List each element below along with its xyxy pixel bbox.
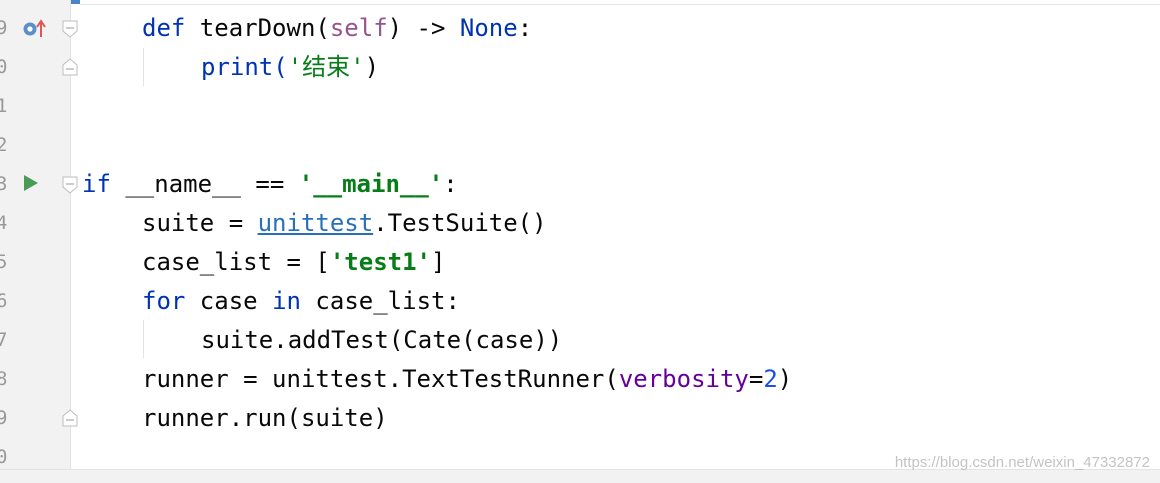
function-name: tearDown( [185, 14, 330, 42]
paren-close: ) [777, 365, 793, 393]
assign-suite: suite = [142, 209, 258, 237]
string-literal: '__main__' [298, 170, 444, 198]
fold-end-icon[interactable] [62, 409, 78, 427]
fold-collapse-icon[interactable] [62, 20, 78, 38]
string-literal: 'test1' [329, 248, 431, 276]
line-number: 0 [0, 446, 8, 468]
self-param: self [329, 14, 388, 42]
print-builtin: print( [201, 53, 288, 81]
editor-bottom-bar [0, 469, 1160, 483]
line-number: 0 [0, 56, 8, 78]
editor-gutter: 9 0 1 2 3 4 5 6 7 8 9 0 [0, 0, 71, 470]
line-number: 5 [0, 251, 8, 273]
string-literal: '结束' [287, 53, 365, 81]
run-icon[interactable] [22, 173, 40, 197]
unittest-module-link[interactable]: unittest [258, 209, 374, 237]
assign-runner: runner = unittest.TextTestRunner( [142, 365, 619, 393]
loop-var: case [185, 287, 273, 315]
keyword-arg: verbosity [618, 365, 749, 393]
iterable: case_list: [300, 287, 460, 315]
add-test-call: suite.addTest(Cate(case)) [201, 326, 563, 354]
line-number: 4 [0, 212, 8, 234]
return-arrow: ) -> [387, 14, 460, 42]
line-number: 7 [0, 329, 8, 351]
colon: : [443, 170, 458, 198]
line-number: 8 [0, 368, 8, 390]
code-line-8[interactable]: for case in case_list: [142, 282, 460, 321]
keyword-for: for [142, 287, 186, 315]
indent-guide [143, 48, 144, 86]
code-line-7[interactable]: case_list = ['test1'] [142, 243, 445, 282]
runner-run-call: runner.run(suite) [142, 404, 388, 432]
testsuite-call: .TestSuite() [373, 209, 547, 237]
colon: : [517, 14, 533, 42]
indent-guide [143, 320, 144, 358]
line-number: 9 [0, 407, 8, 429]
paren-close: ) [364, 53, 380, 81]
keyword-def: def [142, 14, 186, 42]
fold-collapse-icon[interactable] [62, 176, 78, 194]
code-line-9[interactable]: suite.addTest(Cate(case)) [201, 321, 562, 360]
assign-case-list: case_list = [ [142, 248, 330, 276]
number-literal: 2 [763, 365, 778, 393]
bracket-close: ] [431, 248, 446, 276]
editor-top-border [80, 4, 1160, 5]
none-keyword: None [459, 14, 518, 42]
code-line-11[interactable]: runner.run(suite) [142, 399, 388, 438]
dunder-name: __name__ == [110, 170, 299, 198]
equals: = [748, 365, 764, 393]
line-number: 1 [0, 95, 8, 117]
line-number: 6 [0, 290, 8, 312]
line-number: 2 [0, 134, 8, 156]
fold-end-icon[interactable] [62, 58, 78, 76]
code-line-6[interactable]: suite = unittest.TestSuite() [142, 204, 547, 243]
line-number: 9 [0, 17, 8, 39]
line-number: 3 [0, 173, 8, 195]
override-breakpoint-icon[interactable] [22, 18, 48, 44]
watermark: https://blog.csdn.net/weixin_47332872 [894, 454, 1150, 471]
code-line-5[interactable]: if __name__ == '__main__': [82, 165, 458, 204]
code-line-2[interactable]: print('结束') [201, 48, 379, 87]
keyword-in: in [272, 287, 301, 315]
code-line-10[interactable]: runner = unittest.TextTestRunner(verbosi… [142, 360, 792, 399]
code-line-1[interactable]: def tearDown(self) -> None: [142, 9, 532, 48]
keyword-if: if [82, 170, 111, 198]
